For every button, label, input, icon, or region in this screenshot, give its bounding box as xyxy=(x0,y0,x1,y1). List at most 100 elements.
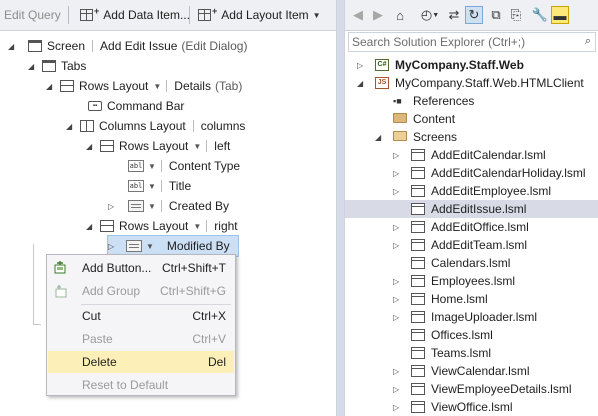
chevron-down-icon[interactable]: ▼ xyxy=(148,162,156,171)
add-layout-item-button[interactable]: + Add Layout Item ▼ xyxy=(194,4,325,26)
rows-layout-name[interactable]: left xyxy=(214,139,230,153)
menu-item-add-group[interactable]: Add Group Ctrl+Shift+G xyxy=(48,280,234,302)
expanded-arrow-icon[interactable]: ◢ xyxy=(66,122,76,131)
menu-item-cut[interactable]: Cut Ctrl+X xyxy=(48,305,234,327)
expanded-arrow-icon[interactable]: ◢ xyxy=(86,222,96,231)
tree-node-modified-by[interactable]: ▷ ▼ Modified By xyxy=(107,235,239,257)
tree-node-created-by[interactable]: ▷ ▼ Created By xyxy=(108,196,229,216)
tree-node-command-bar[interactable]: ▪▪ Command Bar xyxy=(88,96,184,116)
collapsed-arrow-icon[interactable]: ▷ xyxy=(393,241,399,250)
search-input[interactable] xyxy=(349,33,569,51)
search-icon[interactable]: ⌕ xyxy=(585,35,591,48)
solution-item[interactable]: ▪■ References xyxy=(345,92,598,110)
solution-item[interactable]: Offices.lsml xyxy=(345,326,598,344)
solution-item[interactable]: AddEditIssue.lsml xyxy=(345,200,598,218)
collapsed-arrow-icon[interactable]: ▷ xyxy=(393,295,399,304)
solution-item[interactable]: ▷ ViewCalendar.lsml xyxy=(345,362,598,380)
rows-layout-name[interactable]: right xyxy=(214,219,237,233)
solution-item[interactable]: ▷ Home.lsml xyxy=(345,290,598,308)
back-icon[interactable]: ◀ xyxy=(349,6,367,24)
menu-item-reset-to-default[interactable]: Reset to Default xyxy=(48,374,234,396)
collapsed-arrow-icon[interactable]: ▷ xyxy=(393,385,399,394)
tree-node-columns-layout[interactable]: ◢ Columns Layout columns xyxy=(66,116,245,136)
toolbar-separator xyxy=(189,6,190,24)
edit-query-button[interactable]: Edit Query xyxy=(0,4,65,26)
solution-item[interactable]: ▷ ViewEmployeeDetails.lsml xyxy=(345,380,598,398)
solution-item[interactable]: Calendars.lsml xyxy=(345,254,598,272)
solution-item-label: AddEditIssue.lsml xyxy=(431,202,527,216)
menu-item-paste[interactable]: Paste Ctrl+V xyxy=(48,328,234,350)
tree-node-rows-right[interactable]: ◢ Rows Layout ▼ right xyxy=(86,216,238,236)
tree-node-screen[interactable]: ◢ Screen Add Edit Issue (Edit Dialog) xyxy=(8,36,247,56)
expanded-arrow-icon[interactable]: ◢ xyxy=(375,133,381,142)
chevron-down-icon[interactable]: ▼ xyxy=(148,202,156,211)
collapse-all-icon[interactable]: ⧉ xyxy=(487,6,505,24)
collapsed-arrow-icon[interactable]: ▷ xyxy=(357,61,363,70)
chevron-down-icon[interactable]: ▼ xyxy=(313,11,321,20)
menu-item-delete[interactable]: Delete Del xyxy=(48,351,234,373)
columns-layout-label: Columns Layout xyxy=(99,119,186,133)
rows-layout-name[interactable]: Details xyxy=(174,79,211,93)
designer-toolbar: Edit Query + Add Data Item... + Add Layo… xyxy=(0,0,336,31)
screen-icon xyxy=(28,40,42,52)
solution-item[interactable]: Teams.lsml xyxy=(345,344,598,362)
refresh-icon[interactable]: ↻ xyxy=(465,6,483,24)
tree-node-rows-left[interactable]: ◢ Rows Layout ▼ left xyxy=(86,136,230,156)
solution-item[interactable]: ▷ AddEditCalendarHoliday.lsml xyxy=(345,164,598,182)
expanded-arrow-icon[interactable]: ◢ xyxy=(46,82,56,91)
solution-item[interactable]: ▷ C# MyCompany.Staff.Web xyxy=(345,56,598,74)
chevron-down-icon[interactable]: ▼ xyxy=(193,222,201,231)
collapsed-arrow-icon[interactable]: ▷ xyxy=(108,202,118,211)
sync-icon[interactable]: ⇄ xyxy=(445,6,463,24)
add-data-item-button[interactable]: + Add Data Item... xyxy=(76,4,194,26)
pane-splitter[interactable] xyxy=(337,0,344,416)
solution-item[interactable]: ▷ AddEditOffice.lsml xyxy=(345,218,598,236)
home-icon[interactable]: ⌂ xyxy=(391,6,409,24)
solution-explorer-search[interactable]: ⌕ xyxy=(348,32,596,52)
columns-layout-name[interactable]: columns xyxy=(201,119,246,133)
lsml-file-icon xyxy=(411,221,425,233)
collapsed-arrow-icon[interactable]: ▷ xyxy=(393,187,399,196)
collapsed-arrow-icon[interactable]: ▷ xyxy=(393,313,399,322)
tree-node-rows-details[interactable]: ◢ Rows Layout ▼ Details (Tab) xyxy=(46,76,242,96)
solution-item[interactable]: ▷ AddEditCalendar.lsml xyxy=(345,146,598,164)
forward-icon[interactable]: ▶ xyxy=(369,6,387,24)
chevron-down-icon[interactable]: ▼ xyxy=(193,142,201,151)
preview-icon[interactable]: ▬ xyxy=(551,6,569,24)
expanded-arrow-icon[interactable]: ◢ xyxy=(28,62,38,71)
rows-layout-label: Rows Layout xyxy=(119,139,189,153)
tree-node-tabs[interactable]: ◢ Tabs xyxy=(28,56,86,76)
pending-changes-filter-icon[interactable]: ◴ ▼ xyxy=(417,6,443,24)
screen-name[interactable]: Add Edit Issue xyxy=(100,39,177,53)
solution-item[interactable]: ▷ ImageUploader.lsml xyxy=(345,308,598,326)
expanded-arrow-icon[interactable]: ◢ xyxy=(86,142,96,151)
collapsed-arrow-icon[interactable]: ▷ xyxy=(108,242,118,251)
collapsed-arrow-icon[interactable]: ▷ xyxy=(393,403,399,412)
expanded-arrow-icon[interactable]: ◢ xyxy=(8,42,18,51)
solution-item[interactable]: ▷ AddEditTeam.lsml xyxy=(345,236,598,254)
properties-icon[interactable]: 🔧 xyxy=(531,6,549,24)
solution-item[interactable]: ▷ AddEditEmployee.lsml xyxy=(345,182,598,200)
solution-item[interactable]: ◢ Screens xyxy=(345,128,598,146)
collapsed-arrow-icon[interactable]: ▷ xyxy=(393,223,399,232)
tree-node-title[interactable]: abl ▼ Title xyxy=(128,176,191,196)
expanded-arrow-icon[interactable]: ◢ xyxy=(357,79,363,88)
solution-explorer-pane: ◀ ▶ ⌂ ◴▼ ⇄ ↻ ⧉ ⎘ 🔧 ▬ ⌕ ▷ C# MyCompany.Staf… xyxy=(344,0,598,416)
collapsed-arrow-icon[interactable]: ▷ xyxy=(393,169,399,178)
solution-item[interactable]: ◢ JS MyCompany.Staff.Web.HTMLClient xyxy=(345,74,598,92)
chevron-down-icon[interactable]: ▼ xyxy=(146,242,154,251)
solution-item[interactable]: ▷ ViewOffice.lsml xyxy=(345,398,598,416)
tree-node-content-type[interactable]: abl ▼ Content Type xyxy=(128,156,240,176)
collapsed-arrow-icon[interactable]: ▷ xyxy=(393,367,399,376)
collapsed-arrow-icon[interactable]: ▷ xyxy=(393,277,399,286)
chevron-down-icon[interactable]: ▼ xyxy=(153,82,161,91)
lsml-file-icon xyxy=(411,347,425,359)
solution-item[interactable]: ▷ Employees.lsml xyxy=(345,272,598,290)
rows-layout-label: Rows Layout xyxy=(119,219,189,233)
chevron-down-icon[interactable]: ▼ xyxy=(148,182,156,191)
menu-item-add-button[interactable]: Add Button... Ctrl+Shift+T xyxy=(48,257,234,279)
created-by-label: Created By xyxy=(168,199,229,213)
show-all-files-icon[interactable]: ⎘ xyxy=(507,6,525,24)
solution-item[interactable]: Content xyxy=(345,110,598,128)
collapsed-arrow-icon[interactable]: ▷ xyxy=(393,151,399,160)
